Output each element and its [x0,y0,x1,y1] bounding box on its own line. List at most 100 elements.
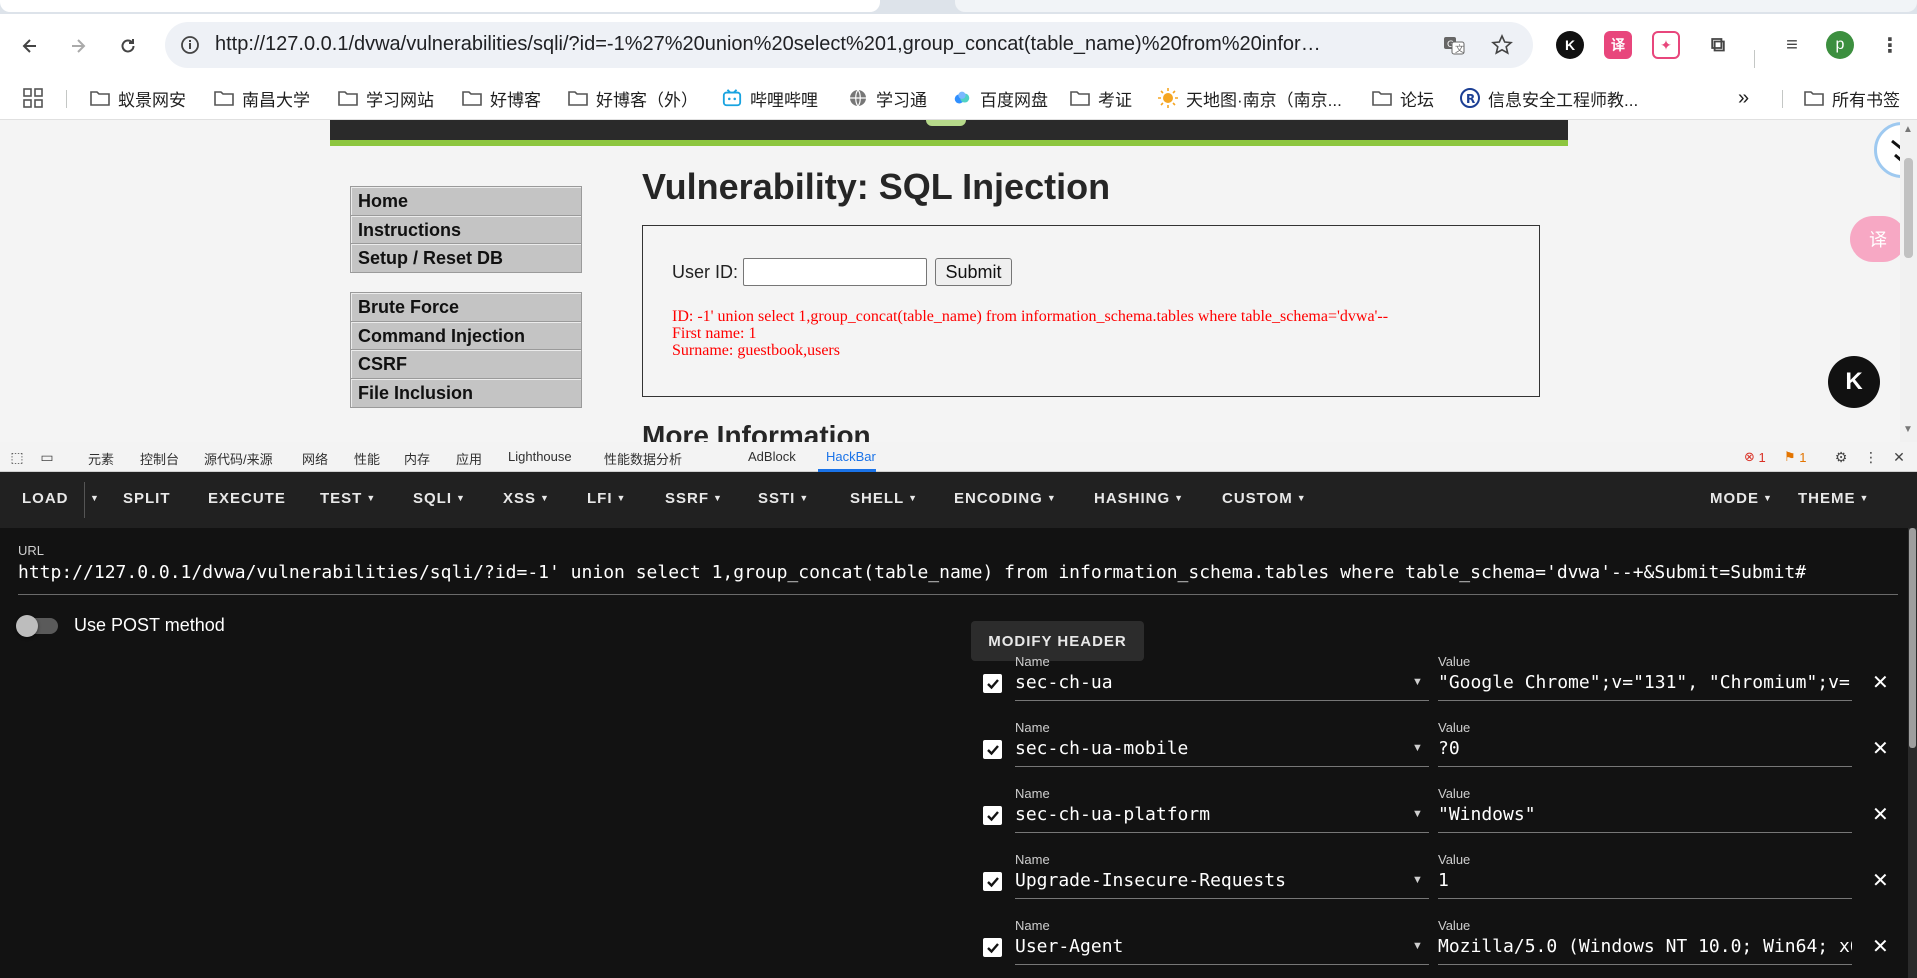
bookmark-item[interactable]: 论坛 [1372,84,1434,112]
menu-item-instructions[interactable]: Instructions [350,215,582,245]
hackbar-xss-button[interactable]: XSS ▼ [503,490,550,507]
header-enabled-checkbox[interactable] [983,938,1002,957]
other-tab[interactable] [955,0,1917,12]
url-textarea[interactable]: http://127.0.0.1/dvwa/vulnerabilities/sq… [18,562,1898,583]
all-bookmarks-folder[interactable]: 所有书签 [1804,84,1900,112]
hackbar-lfi-button[interactable]: LFI ▼ [587,490,626,507]
hackbar-theme-button[interactable]: THEME ▼ [1798,490,1869,507]
devtools-tab-6[interactable]: 应用 [456,449,482,468]
hackbar-scrollbar-thumb[interactable] [1909,528,1916,748]
hackbar-load-button[interactable]: LOAD [22,490,69,507]
hackbar-custom-button[interactable]: CUSTOM ▼ [1222,490,1307,507]
bookmark-item[interactable]: 考证 [1070,84,1132,112]
devtools-tab-10[interactable]: HackBar [826,449,876,464]
header-value-input[interactable]: ?0 [1438,738,1852,759]
devtools-more-icon[interactable]: ⋮ [1862,448,1880,466]
translate-icon[interactable]: G文 [1441,32,1467,58]
caret-down-icon[interactable]: ▼ [1412,940,1423,952]
user-id-input[interactable] [743,258,927,286]
hackbar-hashing-button[interactable]: HASHING ▼ [1094,490,1184,507]
page-scrollbar[interactable]: ▲ ▼ [1900,120,1917,442]
menu-item-command-injection[interactable]: Command Injection [350,321,582,351]
site-info-icon[interactable] [177,32,203,58]
caret-down-icon[interactable]: ▼ [1412,676,1423,688]
settings-gear-icon[interactable]: ⚙ [1832,448,1850,466]
reading-list-icon[interactable]: ≡ [1778,31,1806,59]
scroll-down-icon[interactable]: ▼ [1903,424,1913,435]
forward-button[interactable] [62,30,94,62]
remove-header-icon[interactable]: ✕ [1872,868,1889,893]
devtools-tab-1[interactable]: 控制台 [140,449,179,468]
devtools-tab-9[interactable]: AdBlock [748,449,796,464]
bookmark-item[interactable]: 蚁景网安 [90,84,186,112]
reload-button[interactable] [112,30,144,62]
caret-down-icon[interactable]: ▼ [1412,742,1423,754]
devtools-tab-4[interactable]: 性能 [354,449,380,468]
bookmark-item[interactable]: 学习网站 [338,84,434,112]
hackbar-ssti-button[interactable]: SSTI ▼ [758,490,809,507]
header-value-input[interactable]: "Google Chrome";v="131", "Chromium";v="1… [1438,672,1852,693]
remove-header-icon[interactable]: ✕ [1872,670,1889,695]
header-name-input[interactable]: User-Agent [1015,936,1345,957]
header-value-input[interactable]: Mozilla/5.0 (Windows NT 10.0; Win64; x64… [1438,936,1852,957]
address-url[interactable]: http://127.0.0.1/dvwa/vulnerabilities/sq… [215,33,1335,56]
back-button[interactable] [14,30,46,62]
header-name-input[interactable]: Upgrade-Insecure-Requests [1015,870,1345,891]
menu-item-setup-reset-db[interactable]: Setup / Reset DB [350,243,582,273]
remove-header-icon[interactable]: ✕ [1872,802,1889,827]
header-name-input[interactable]: sec-ch-ua [1015,672,1345,693]
menu-item-file-inclusion[interactable]: File Inclusion [350,378,582,408]
header-enabled-checkbox[interactable] [983,740,1002,759]
devtools-tab-0[interactable]: 元素 [88,449,114,468]
devtools-tab-5[interactable]: 内存 [404,449,430,468]
scroll-up-icon[interactable]: ▲ [1903,124,1913,135]
caret-down-icon[interactable]: ▼ [1412,808,1423,820]
hackbar-scrollbar[interactable] [1908,528,1917,978]
bookmark-star-icon[interactable] [1489,32,1515,58]
extensions-puzzle-icon[interactable]: ⧉ [1704,31,1732,59]
profile-avatar[interactable]: p [1826,31,1854,59]
address-bar[interactable]: http://127.0.0.1/dvwa/vulnerabilities/sq… [165,22,1533,68]
inspect-element-icon[interactable]: ⬚ [8,448,26,466]
hackbar-sqli-button[interactable]: SQLI ▼ [413,490,466,507]
bookmark-item[interactable]: 学习通 [848,84,927,112]
toggle-knob[interactable] [16,614,38,637]
menu-item-csrf[interactable]: CSRF [350,349,582,379]
remove-header-icon[interactable]: ✕ [1872,934,1889,959]
header-enabled-checkbox[interactable] [983,674,1002,693]
devtools-tab-3[interactable]: 网络 [302,449,328,468]
menu-item-brute-force[interactable]: Brute Force [350,292,582,322]
header-value-input[interactable]: 1 [1438,870,1852,891]
active-tab[interactable] [0,0,880,12]
hackbar-encoding-button[interactable]: ENCODING ▼ [954,490,1057,507]
bookmark-item[interactable]: 好博客 [462,84,541,112]
bookmark-item[interactable]: 哔哩哔哩 [722,84,818,112]
scrollbar-thumb[interactable] [1904,158,1913,258]
warning-count-badge[interactable]: ⚑ 1 [1784,448,1807,466]
caret-down-icon[interactable]: ▼ [1412,874,1423,886]
hackbar-shell-button[interactable]: SHELL ▼ [850,490,918,507]
menu-item-home[interactable]: Home [350,186,582,216]
devtools-tab-2[interactable]: 源代码/来源 [204,449,273,468]
header-name-input[interactable]: sec-ch-ua-platform [1015,804,1345,825]
devtools-tab-8[interactable]: 性能数据分析 [604,449,682,468]
close-devtools-icon[interactable]: ✕ [1890,448,1908,466]
load-dropdown-icon[interactable]: ▼ [90,490,100,507]
hackbar-test-button[interactable]: TEST ▼ [320,490,376,507]
bookmark-item[interactable]: 百度网盘 [952,84,1048,112]
hackbar-split-button[interactable]: SPLIT [123,490,171,507]
header-enabled-checkbox[interactable] [983,872,1002,891]
remove-header-icon[interactable]: ✕ [1872,736,1889,761]
post-method-toggle[interactable]: Use POST method [16,614,225,637]
device-toggle-icon[interactable]: ▭ [38,448,56,466]
header-name-input[interactable]: sec-ch-ua-mobile [1015,738,1345,759]
apps-grid-icon[interactable] [22,84,44,112]
hackbar-execute-button[interactable]: EXECUTE [208,490,286,507]
devtools-tab-7[interactable]: Lighthouse [508,449,572,464]
floating-k-icon[interactable]: K [1828,356,1880,408]
bookmark-item[interactable]: 南昌大学 [214,84,310,112]
hackbar-ssrf-button[interactable]: SSRF ▼ [665,490,723,507]
toggle-track[interactable] [16,614,58,637]
k-extension-icon[interactable]: K [1556,31,1584,59]
bookmark-item[interactable]: 天地图·南京（南京... [1158,84,1342,112]
